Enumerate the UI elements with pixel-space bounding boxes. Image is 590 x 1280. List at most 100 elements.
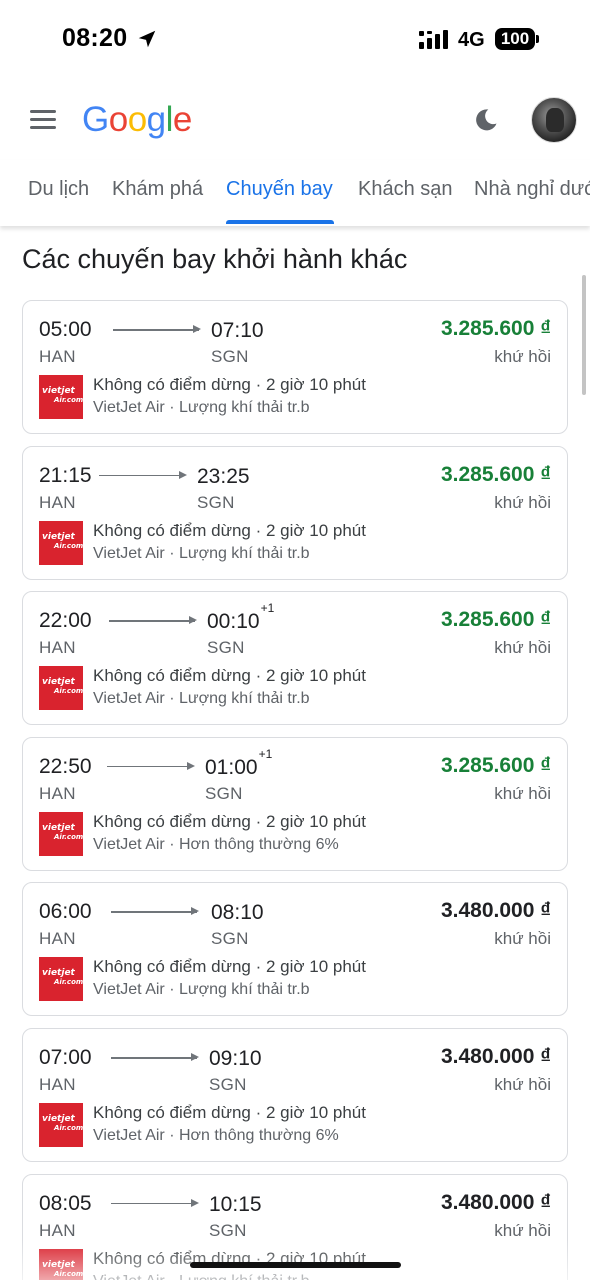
trip-type: khứ hồi [494, 783, 551, 803]
logo-text: vietjet [42, 822, 75, 833]
tab-chuyen-bay[interactable]: Chuyến bay [226, 178, 333, 201]
logo-subtext: Air.com [54, 396, 84, 404]
vietjet-logo-icon: vietjet Air.com [39, 666, 84, 711]
battery-indicator: 100 [495, 28, 535, 50]
logo-letter: g [146, 100, 166, 139]
arrival-time-value: 07:10 [211, 319, 264, 342]
arrival-time: 07:10 [211, 318, 265, 343]
flight-price: 3.480.000 ₫ [440, 1190, 551, 1214]
logo-text: vietjet [42, 531, 75, 542]
airline-emissions: VietJet Air · Lượng khí thải tr.b [93, 399, 310, 416]
logo-subtext: Air.com [54, 541, 84, 550]
arrival-airport-code: SGN [197, 492, 235, 512]
battery-tip [536, 35, 539, 43]
vietjet-logo-icon: vietjet Air.com [39, 520, 84, 565]
arrival-time-value: 09:10 [209, 1047, 262, 1070]
stops-duration: Không có điểm dừng · 2 giờ 10 phút [93, 957, 366, 977]
departure-time: 08:05 [39, 1191, 92, 1215]
trip-type: khứ hồi [494, 492, 551, 512]
airline-emissions: VietJet Air · Hơn thông thường 6% [93, 1127, 339, 1144]
vietjet-logo-icon: vietjet Air.com [39, 957, 83, 1002]
logo-subtext: Air.com [54, 1124, 84, 1132]
flight-price: 3.480.000 ₫ [440, 1045, 551, 1068]
route-arrow-icon [111, 908, 199, 915]
arrival-airport-code: SGN [205, 783, 243, 803]
arrival-airport-code: SGN [211, 347, 249, 366]
flight-card[interactable]: 07:00 09:10 HAN SGN 3.480.000 ₫ khứ hồi vietje… [22, 1028, 568, 1162]
arrival-time-value: 01:00 [205, 755, 258, 779]
trip-type: khứ hồi [494, 929, 551, 949]
departure-time: 21:15 [39, 463, 92, 487]
departure-airport-code: HAN [39, 929, 76, 949]
logo-text: vietjet [42, 968, 75, 979]
arrival-time-value: 00:10 [207, 610, 260, 634]
arrival-time-value: 08:10 [211, 901, 264, 925]
route-arrow-icon [111, 1054, 199, 1060]
arrival-time: 01:00+1 [205, 747, 272, 780]
flight-card[interactable]: 05:00 07:10 HAN SGN 3.285.600 ₫ khứ hồi vietje… [22, 300, 568, 434]
logo-letter: o [127, 100, 147, 139]
flight-price: 3.285.600 ₫ [440, 608, 551, 632]
status-bar: 08:20 4G 100 [0, 0, 590, 80]
arrival-airport-code: SGN [209, 1075, 247, 1094]
home-indicator[interactable] [190, 1262, 401, 1268]
flight-price: 3.285.600 ₫ [440, 753, 551, 777]
arrival-time-value: 10:15 [209, 1192, 262, 1216]
app-header: Google [0, 80, 590, 160]
stops-duration: Không có điểm dừng · 2 giờ 10 phút [93, 811, 366, 831]
departure-airport-code: HAN [39, 783, 76, 803]
arrival-time: 08:10 [211, 900, 265, 925]
route-arrow-icon [111, 1199, 199, 1206]
flight-card[interactable]: 06:00 08:10 HAN SGN 3.480.000 ₫ khứ hồi vietje… [22, 882, 568, 1017]
trip-type: khứ hồi [494, 638, 551, 658]
arrival-time: 23:25 [197, 464, 251, 489]
arrival-time-value: 23:25 [197, 464, 250, 488]
tab-du-lich[interactable]: Du lịch [28, 178, 89, 201]
airline-emissions: VietJet Air · Lượng khí thải tr.b [93, 1273, 310, 1280]
arrival-time: 09:10 [209, 1046, 263, 1071]
google-logo[interactable]: Google [82, 100, 192, 140]
logo-subtext: Air.com [54, 687, 84, 696]
moon-icon[interactable] [472, 106, 500, 134]
airline-emissions: VietJet Air · Lượng khí thải tr.b [93, 690, 310, 708]
avatar[interactable] [531, 97, 577, 143]
departure-airport-code: HAN [39, 347, 76, 366]
logo-text: vietjet [42, 386, 75, 396]
logo-subtext: Air.com [54, 1269, 84, 1278]
route-arrow-icon [107, 762, 195, 769]
airline-emissions: VietJet Air · Hơn thông thường 6% [93, 835, 339, 853]
stops-duration: Không có điểm dừng · 2 giờ 10 phút [93, 520, 366, 540]
departure-time: 06:00 [39, 900, 92, 924]
vietjet-logo-icon: vietjet Air.com [39, 1248, 84, 1280]
scrollbar[interactable] [582, 275, 586, 395]
logo-letter: l [165, 100, 174, 139]
network-type: 4G [458, 29, 485, 51]
departure-time: 07:00 [39, 1046, 92, 1069]
route-arrow-icon [113, 326, 201, 332]
section-title: Các chuyến bay khởi hành khác [22, 244, 408, 274]
departure-time: 05:00 [39, 318, 92, 341]
stops-duration: Không có điểm dừng · 2 giờ 10 phút [93, 666, 366, 686]
logo-letter: e [172, 100, 192, 139]
flight-card[interactable]: 22:50 01:00+1 HAN SGN 3.285.600 ₫ khứ hồi viet… [22, 736, 568, 871]
trip-type: khứ hồi [494, 1220, 551, 1240]
tab-nha-nghi[interactable]: Nhà nghỉ dướ [474, 178, 590, 201]
hamburger-menu-icon[interactable] [30, 110, 58, 130]
departure-time: 22:50 [39, 754, 92, 778]
departure-airport-code: HAN [39, 1075, 76, 1094]
logo-text: vietjet [42, 1114, 75, 1124]
cellular-signal-icon [419, 30, 448, 49]
flight-card[interactable]: 22:00 00:10+1 HAN SGN 3.285.600 ₫ khứ hồi viet… [22, 591, 568, 726]
departure-airport-code: HAN [39, 492, 76, 512]
tab-kham-pha[interactable]: Khám phá [112, 178, 203, 201]
flight-price: 3.285.600 ₫ [440, 462, 551, 486]
trip-type: khứ hồi [494, 347, 551, 366]
tab-khach-san[interactable]: Khách sạn [358, 178, 453, 201]
arrival-airport-code: SGN [211, 929, 249, 949]
status-time: 08:20 [62, 24, 128, 52]
airline-emissions: VietJet Air · Lượng khí thải tr.b [93, 544, 310, 562]
route-arrow-icon [99, 471, 187, 478]
trip-type: khứ hồi [494, 1075, 551, 1094]
flight-card[interactable]: 21:15 23:25 HAN SGN 3.285.600 ₫ khứ hồi vietje… [22, 445, 568, 580]
logo-subtext: Air.com [54, 832, 84, 841]
